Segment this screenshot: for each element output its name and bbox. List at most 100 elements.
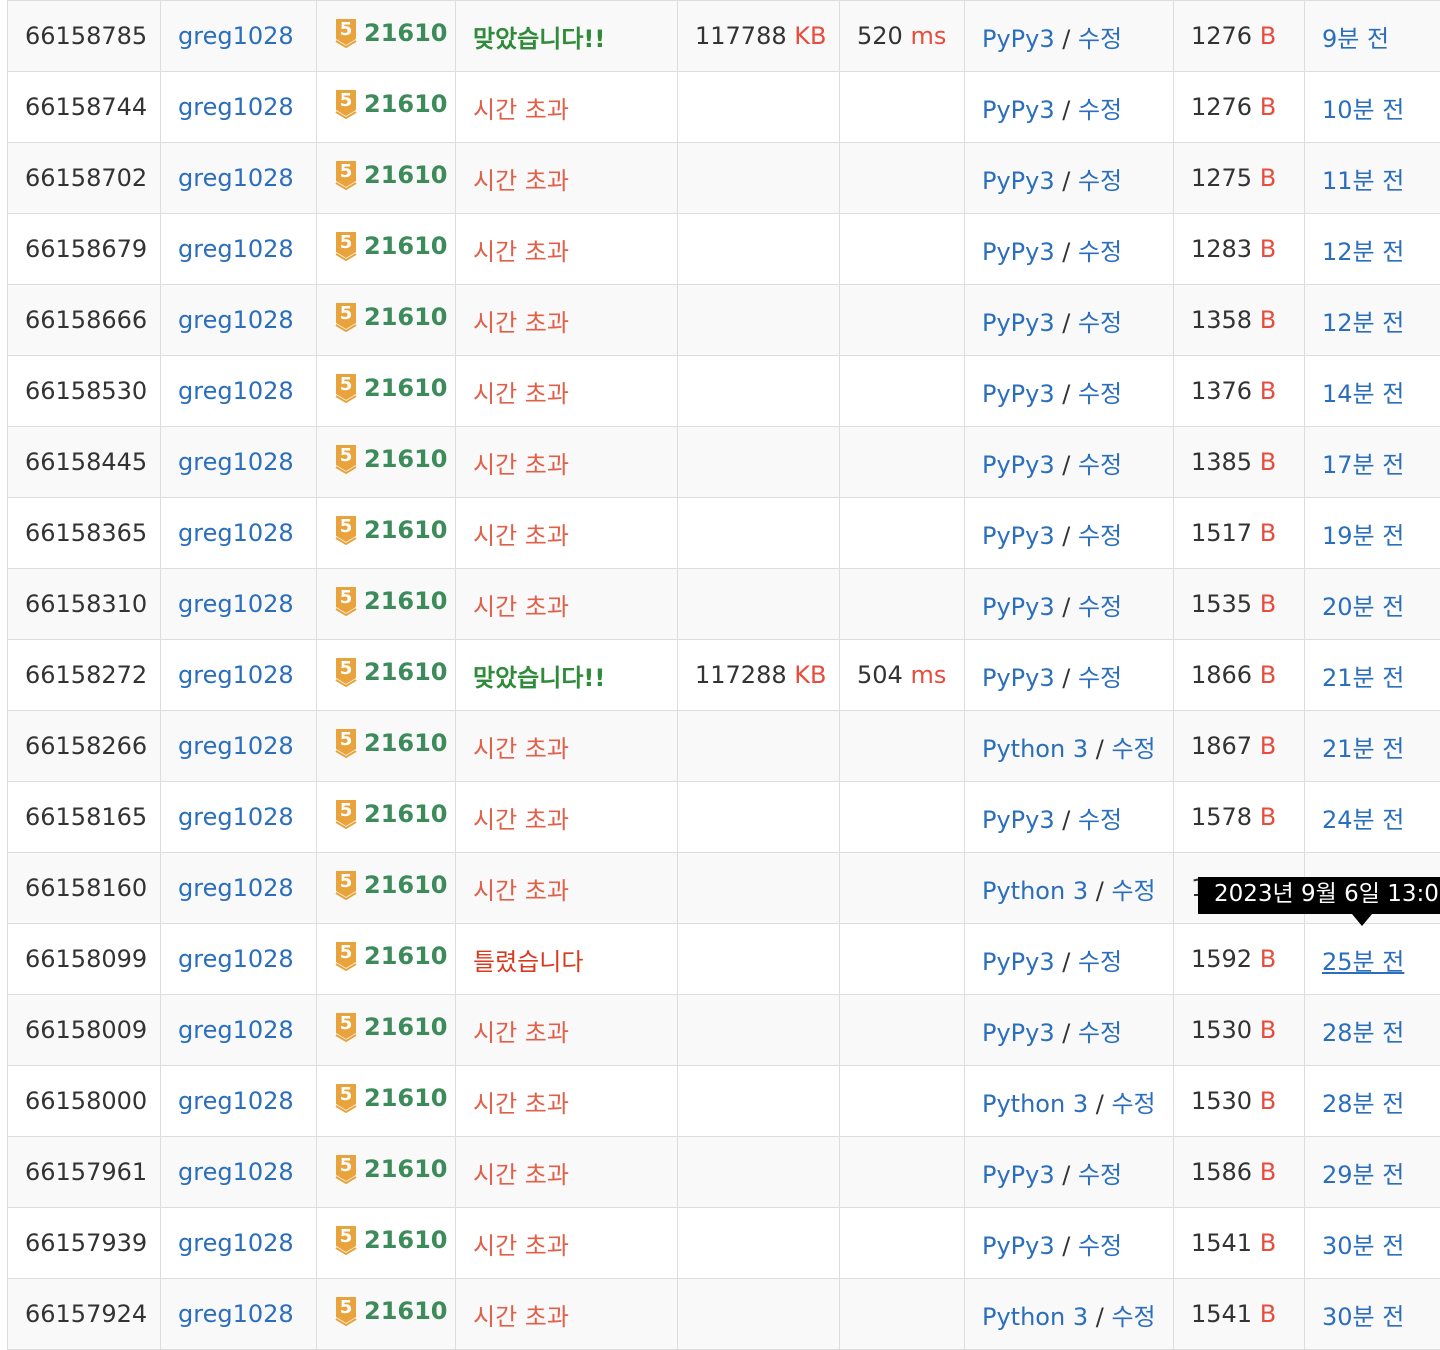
submitted-time-link[interactable]: 21분 전 [1322, 664, 1404, 692]
edit-link[interactable]: 수정 [1111, 1303, 1155, 1331]
language-link[interactable]: PyPy3 [982, 25, 1055, 53]
memory-cell [678, 1137, 840, 1208]
problem-link[interactable]: 521610 [334, 1012, 448, 1042]
language-link[interactable]: PyPy3 [982, 309, 1055, 337]
language-link[interactable]: PyPy3 [982, 1232, 1055, 1260]
language-link[interactable]: PyPy3 [982, 593, 1055, 621]
submitted-time-link[interactable]: 11분 전 [1322, 167, 1404, 195]
problem-link[interactable]: 521610 [334, 941, 448, 971]
user-link[interactable]: greg1028 [178, 448, 294, 476]
problem-link[interactable]: 521610 [334, 586, 448, 616]
user-link[interactable]: greg1028 [178, 803, 294, 831]
user-link[interactable]: greg1028 [178, 945, 294, 973]
language-link[interactable]: Python 3 [982, 1090, 1088, 1118]
edit-link[interactable]: 수정 [1078, 451, 1122, 479]
problem-link[interactable]: 521610 [334, 657, 448, 687]
submitted-time-link[interactable]: 30분 전 [1322, 1303, 1404, 1331]
language-link[interactable]: PyPy3 [982, 664, 1055, 692]
language-link[interactable]: PyPy3 [982, 806, 1055, 834]
problem-link[interactable]: 521610 [334, 799, 448, 829]
edit-link[interactable]: 수정 [1111, 1090, 1155, 1118]
user-link[interactable]: greg1028 [178, 874, 294, 902]
user-link[interactable]: greg1028 [178, 235, 294, 263]
user-link[interactable]: greg1028 [178, 1016, 294, 1044]
submitted-time-link[interactable]: 19분 전 [1322, 522, 1404, 550]
user-link[interactable]: greg1028 [178, 93, 294, 121]
submission-id: 66158165 [8, 782, 161, 853]
language-link[interactable]: PyPy3 [982, 96, 1055, 124]
edit-link[interactable]: 수정 [1078, 1161, 1122, 1189]
edit-link[interactable]: 수정 [1078, 238, 1122, 266]
edit-link[interactable]: 수정 [1078, 25, 1122, 53]
submitted-time-link[interactable]: 28분 전 [1322, 1019, 1404, 1047]
edit-link[interactable]: 수정 [1078, 522, 1122, 550]
problem-link[interactable]: 521610 [334, 1296, 448, 1326]
language-link[interactable]: PyPy3 [982, 451, 1055, 479]
language-link[interactable]: Python 3 [982, 1303, 1088, 1331]
user-link[interactable]: greg1028 [178, 377, 294, 405]
edit-link[interactable]: 수정 [1078, 593, 1122, 621]
edit-link[interactable]: 수정 [1078, 1232, 1122, 1260]
user-link[interactable]: greg1028 [178, 1087, 294, 1115]
language-link[interactable]: PyPy3 [982, 522, 1055, 550]
language-link[interactable]: PyPy3 [982, 1019, 1055, 1047]
submitted-time-link[interactable]: 30분 전 [1322, 1232, 1404, 1260]
problem-link[interactable]: 521610 [334, 231, 448, 261]
edit-link[interactable]: 수정 [1078, 1019, 1122, 1047]
edit-link[interactable]: 수정 [1078, 96, 1122, 124]
edit-link[interactable]: 수정 [1078, 309, 1122, 337]
problem-link[interactable]: 521610 [334, 870, 448, 900]
submitted-time-link[interactable]: 28분 전 [1322, 1090, 1404, 1118]
submitted-time-link[interactable]: 21분 전 [1322, 735, 1404, 763]
edit-link[interactable]: 수정 [1078, 664, 1122, 692]
problem-link[interactable]: 521610 [334, 444, 448, 474]
language-link[interactable]: PyPy3 [982, 1161, 1055, 1189]
submitted-time-link[interactable]: 9분 전 [1322, 25, 1389, 53]
edit-link[interactable]: 수정 [1078, 167, 1122, 195]
problem-number: 21610 [364, 871, 448, 899]
problem-link[interactable]: 521610 [334, 515, 448, 545]
edit-link[interactable]: 수정 [1111, 877, 1155, 905]
user-link[interactable]: greg1028 [178, 1300, 294, 1328]
submitted-time-link[interactable]: 25분 전 [1322, 948, 1404, 976]
edit-link[interactable]: 수정 [1078, 380, 1122, 408]
language-link[interactable]: PyPy3 [982, 238, 1055, 266]
problem-link[interactable]: 521610 [334, 89, 448, 119]
language-link[interactable]: Python 3 [982, 735, 1088, 763]
user-link[interactable]: greg1028 [178, 590, 294, 618]
user-link[interactable]: greg1028 [178, 306, 294, 334]
submitted-time-link[interactable]: 24분 전 [1322, 806, 1404, 834]
submitted-time-link[interactable]: 29분 전 [1322, 1161, 1404, 1189]
problem-link[interactable]: 521610 [334, 18, 448, 48]
user-link[interactable]: greg1028 [178, 164, 294, 192]
language-link[interactable]: PyPy3 [982, 380, 1055, 408]
submitted-time-link[interactable]: 20분 전 [1322, 593, 1404, 621]
language-link[interactable]: PyPy3 [982, 167, 1055, 195]
problem-link[interactable]: 521610 [334, 302, 448, 332]
submitted-time-link[interactable]: 12분 전 [1322, 238, 1404, 266]
problem-link[interactable]: 521610 [334, 1083, 448, 1113]
problem-link[interactable]: 521610 [334, 728, 448, 758]
submitted-time-link[interactable]: 14분 전 [1322, 380, 1404, 408]
problem-link[interactable]: 521610 [334, 373, 448, 403]
submitted-time-link[interactable]: 17분 전 [1322, 451, 1404, 479]
language-link[interactable]: PyPy3 [982, 948, 1055, 976]
user-link[interactable]: greg1028 [178, 519, 294, 547]
user-link[interactable]: greg1028 [178, 1229, 294, 1257]
edit-link[interactable]: 수정 [1111, 735, 1155, 763]
language-link[interactable]: Python 3 [982, 877, 1088, 905]
submitted-time-link[interactable]: 12분 전 [1322, 309, 1404, 337]
user-link[interactable]: greg1028 [178, 1158, 294, 1186]
user-cell: greg1028 [161, 711, 317, 782]
edit-link[interactable]: 수정 [1078, 948, 1122, 976]
user-link[interactable]: greg1028 [178, 22, 294, 50]
result-text: 시간 초과 [473, 522, 569, 550]
submitted-time-link[interactable]: 10분 전 [1322, 96, 1404, 124]
edit-link[interactable]: 수정 [1078, 806, 1122, 834]
problem-link[interactable]: 521610 [334, 160, 448, 190]
submission-id: 66158160 [8, 853, 161, 924]
user-link[interactable]: greg1028 [178, 661, 294, 689]
problem-link[interactable]: 521610 [334, 1225, 448, 1255]
problem-link[interactable]: 521610 [334, 1154, 448, 1184]
user-link[interactable]: greg1028 [178, 732, 294, 760]
